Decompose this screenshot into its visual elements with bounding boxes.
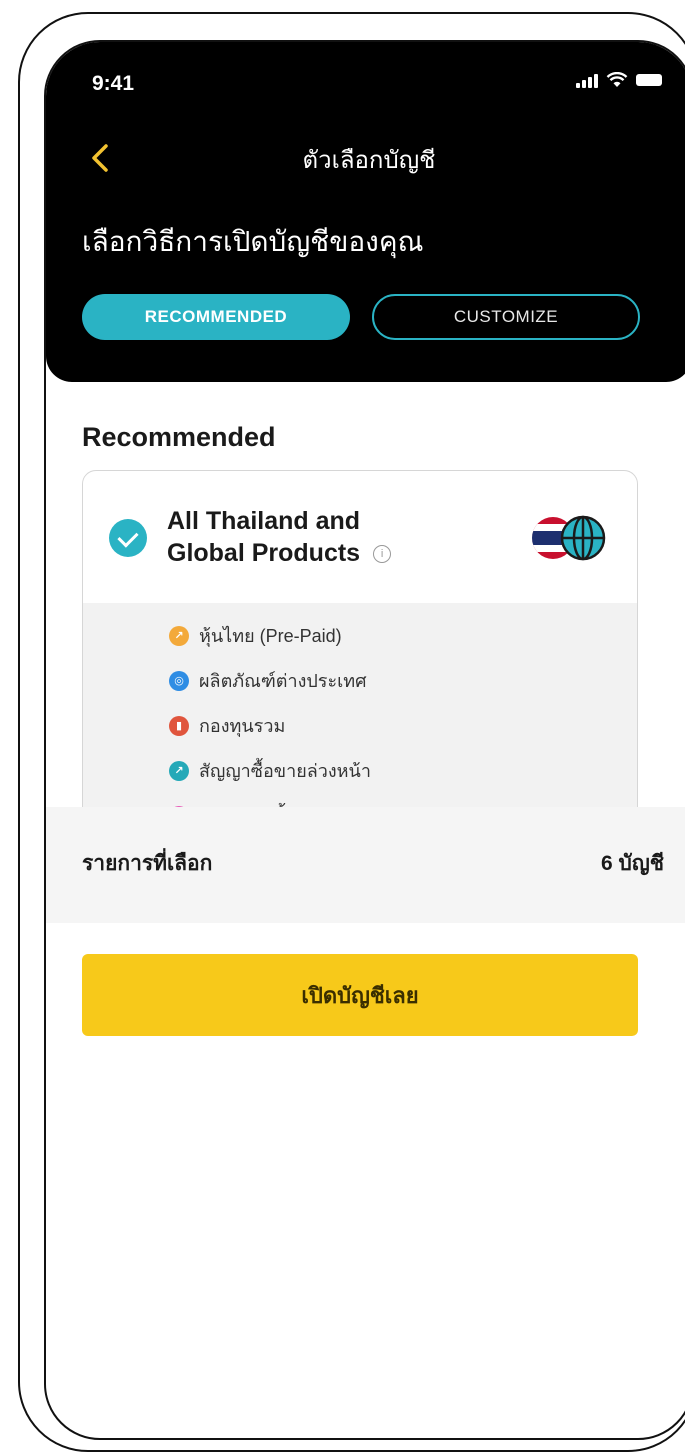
page-title: ตัวเลือกบัญชี xyxy=(302,147,436,174)
list-item: ↗ หุ้นไทย (Pre-Paid) xyxy=(169,621,342,650)
thailand-global-icon xyxy=(525,515,611,561)
selection-summary: รายการที่เลือก 6 บัญชี xyxy=(46,807,685,923)
phone-screen: 9:41 ตัวเลือกบัญชี เลือกวิธีการเปิดบัญชี… xyxy=(44,40,685,1440)
summary-count: 6 บัญชี xyxy=(601,852,664,875)
globe-icon: ◎ xyxy=(169,670,189,691)
thai-stock-icon: ↗ xyxy=(169,625,189,646)
wifi-icon xyxy=(606,72,628,87)
fund-icon: ▮ xyxy=(169,715,189,736)
derivatives-icon: ↗ xyxy=(169,760,189,781)
product-label: ผลิตภัณฑ์ต่างประเทศ xyxy=(199,671,367,691)
check-circle-icon[interactable] xyxy=(109,519,147,557)
package-card[interactable]: All Thailand and Global Products i ↗ หุ้… xyxy=(82,470,638,854)
package-name-line1: All Thailand and xyxy=(167,507,361,535)
product-label: สัญญาซื้อขายล่วงหน้า xyxy=(199,761,371,781)
product-label: กองทุนรวม xyxy=(199,716,286,736)
product-label: หุ้นไทย (Pre-Paid) xyxy=(199,626,342,646)
package-name: All Thailand and Global Products i xyxy=(167,505,467,569)
battery-icon xyxy=(636,74,662,86)
tab-customize[interactable]: CUSTOMIZE xyxy=(372,294,640,340)
list-item: ▮ กองทุนรวม xyxy=(169,711,285,740)
section-heading: เลือกวิธีการเปิดบัญชีของคุณ xyxy=(82,226,424,257)
info-icon[interactable]: i xyxy=(373,545,392,564)
recommended-title: Recommended xyxy=(82,422,276,452)
header: 9:41 ตัวเลือกบัญชี เลือกวิธีการเปิดบัญชี… xyxy=(46,42,685,382)
status-time: 9:41 xyxy=(92,72,135,95)
package-name-line2: Global Products xyxy=(167,539,361,567)
list-item: ◎ ผลิตภัณฑ์ต่างประเทศ xyxy=(169,666,367,695)
package-card-header: All Thailand and Global Products i xyxy=(83,471,637,604)
status-icons xyxy=(576,72,662,88)
tab-recommended[interactable]: RECOMMENDED xyxy=(82,294,350,340)
summary-label: รายการที่เลือก xyxy=(82,852,213,875)
list-item: ↗ สัญญาซื้อขายล่วงหน้า xyxy=(169,756,371,785)
signal-icon xyxy=(576,72,598,88)
account-type-segmented-control: RECOMMENDED CUSTOMIZE xyxy=(82,294,640,342)
open-account-button[interactable]: เปิดบัญชีเลย xyxy=(82,954,638,1036)
